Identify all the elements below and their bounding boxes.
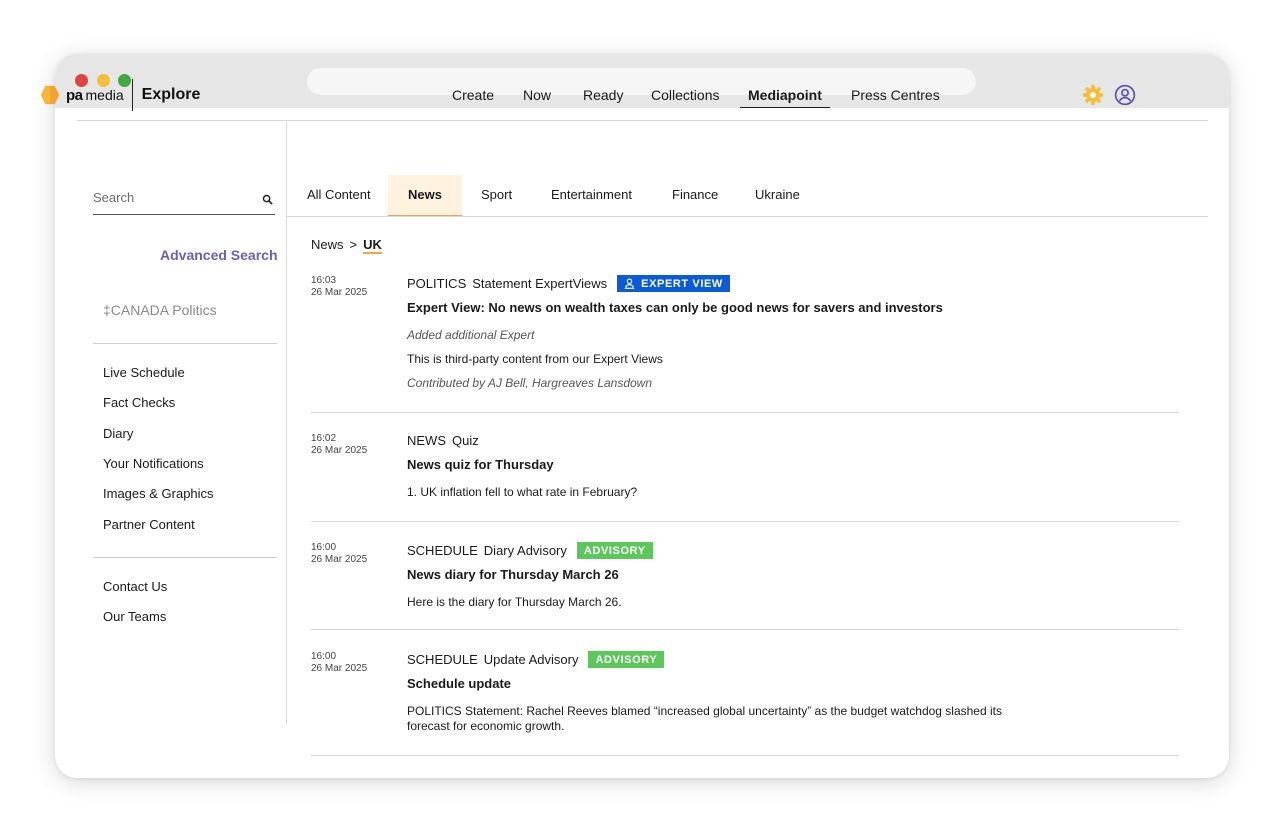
sidebar-divider-2 (93, 557, 277, 558)
article-meta: POLITICS Statement ExpertViews EXPERT VI… (407, 275, 1167, 292)
sidebar-item-live-schedule[interactable]: Live Schedule (103, 365, 185, 380)
logo-pa-text: pa (66, 86, 83, 104)
breadcrumb-current: UK (363, 237, 382, 254)
nav-press-centres[interactable]: Press Centres (851, 84, 940, 106)
logo-media-text: media (85, 87, 124, 103)
article-type: Quiz (452, 433, 479, 448)
article-timestamp: 16:02 26 Mar 2025 (311, 433, 401, 457)
article-summary: POLITICS Statement: Rachel Reeves blamed… (407, 704, 1167, 734)
tab-news[interactable]: News (388, 175, 462, 217)
tab-finance[interactable]: Finance (672, 175, 718, 217)
article-date: 26 Mar 2025 (311, 445, 368, 456)
article-divider (311, 521, 1179, 522)
article-summary: 1. UK inflation fell to what rate in Feb… (407, 485, 638, 499)
nav-collections[interactable]: Collections (651, 84, 719, 106)
article-summary: Here is the diary for Thursday March 26. (407, 595, 622, 609)
sidebar-divider (286, 121, 287, 724)
logo-product-name: Explore (141, 86, 201, 103)
tabs-divider (287, 216, 1208, 217)
tab-entertainment[interactable]: Entertainment (551, 175, 632, 217)
article-time: 16:00 (311, 651, 337, 662)
advanced-search-link[interactable]: Advanced Search (160, 247, 278, 263)
pa-media-logo[interactable]: pa media Explore (39, 79, 201, 111)
sidebar-item-your-notifications[interactable]: Your Notifications (103, 456, 204, 471)
sidebar-item-partner-content[interactable]: Partner Content (103, 517, 195, 532)
hexagon-logo-icon (40, 85, 60, 105)
user-circle-icon[interactable] (1114, 84, 1136, 106)
search-box (93, 188, 275, 215)
article-meta: NEWS Quiz (407, 433, 1167, 449)
article-divider (311, 629, 1179, 630)
article-date: 26 Mar 2025 (311, 287, 368, 298)
nav-ready[interactable]: Ready (583, 84, 623, 106)
list-item[interactable]: 16:00 26 Mar 2025 SCHEDULE Diary Advisor… (311, 542, 1179, 612)
article-type: Statement ExpertViews (472, 275, 608, 291)
breadcrumb-separator: > (349, 237, 358, 252)
expert-view-badge-label: EXPERT VIEW (641, 277, 723, 290)
person-icon (624, 278, 635, 289)
tab-ukraine[interactable]: Ukraine (755, 175, 800, 217)
list-item[interactable]: 16:00 26 Mar 2025 SCHEDULE Update Adviso… (311, 651, 1179, 741)
article-body: POLITICS Statement ExpertViews EXPERT VI… (407, 275, 1167, 391)
article-note: Added additional Expert (407, 328, 535, 342)
article-summary-line: forecast for economic growth. (407, 719, 565, 733)
article-meta: SCHEDULE Update Advisory ADVISORY (407, 651, 1167, 668)
advisory-badge: ADVISORY (588, 651, 665, 668)
sidebar-item-our-teams[interactable]: Our Teams (103, 609, 166, 624)
article-category: SCHEDULE (407, 651, 478, 667)
tab-sport[interactable]: Sport (481, 175, 512, 217)
article-body: NEWS Quiz News quiz for Thursday 1. UK i… (407, 433, 1167, 500)
search-icon[interactable] (262, 194, 273, 205)
header-divider (77, 120, 1208, 121)
article-meta: SCHEDULE Diary Advisory ADVISORY (407, 542, 1167, 559)
article-category: NEWS (407, 433, 446, 448)
gear-icon[interactable] (1082, 84, 1104, 106)
sidebar-item-images-graphics[interactable]: Images & Graphics (103, 486, 214, 501)
article-date: 26 Mar 2025 (311, 663, 368, 674)
tab-all-content[interactable]: All Content (307, 175, 371, 217)
saved-search-canada-politics[interactable]: ‡CANADA Politics (103, 302, 217, 318)
list-item[interactable]: 16:02 26 Mar 2025 NEWS Quiz News quiz fo… (311, 433, 1179, 503)
article-body: SCHEDULE Diary Advisory ADVISORY News di… (407, 542, 1167, 610)
breadcrumb: News > UK (311, 237, 382, 254)
logo-divider (131, 79, 133, 111)
article-category: POLITICS (407, 275, 467, 291)
article-date: 26 Mar 2025 (311, 554, 368, 565)
search-input[interactable] (93, 188, 253, 207)
article-time: 16:02 (311, 433, 337, 444)
article-type: Update Advisory (483, 651, 579, 667)
article-timestamp: 16:03 26 Mar 2025 (311, 275, 401, 299)
article-type: Diary Advisory (483, 542, 567, 558)
article-time: 16:03 (311, 275, 337, 286)
article-summary: This is third-party content from our Exp… (407, 352, 663, 366)
browser-titlebar (55, 54, 1229, 108)
article-headline[interactable]: Schedule update (407, 676, 1167, 692)
article-summary-line: POLITICS Statement: Rachel Reeves blamed… (407, 704, 1002, 718)
article-body: SCHEDULE Update Advisory ADVISORY Schedu… (407, 651, 1167, 734)
nav-now[interactable]: Now (523, 84, 551, 106)
sidebar-item-diary[interactable]: Diary (103, 426, 133, 441)
article-divider (311, 755, 1179, 756)
article-time: 16:00 (311, 542, 337, 553)
article-timestamp: 16:00 26 Mar 2025 (311, 651, 401, 675)
article-timestamp: 16:00 26 Mar 2025 (311, 542, 401, 566)
article-category: SCHEDULE (407, 542, 478, 558)
nav-mediapoint[interactable]: Mediapoint (740, 84, 830, 108)
article-headline[interactable]: News diary for Thursday March 26 (407, 567, 1167, 583)
sidebar-item-contact-us[interactable]: Contact Us (103, 579, 167, 594)
article-headline[interactable]: News quiz for Thursday (407, 457, 1167, 473)
sidebar-divider-1 (93, 343, 277, 344)
sidebar-item-fact-checks[interactable]: Fact Checks (103, 395, 175, 410)
advisory-badge: ADVISORY (576, 542, 653, 559)
list-item[interactable]: 16:03 26 Mar 2025 POLITICS Statement Exp… (311, 275, 1179, 395)
article-headline[interactable]: Expert View: No news on wealth taxes can… (407, 300, 1167, 316)
expert-view-badge: EXPERT VIEW (617, 275, 730, 292)
nav-create[interactable]: Create (452, 84, 494, 106)
article-divider (311, 412, 1179, 413)
article-contributed: Contributed by AJ Bell, Hargreaves Lansd… (407, 376, 653, 390)
breadcrumb-parent[interactable]: News (311, 237, 344, 252)
